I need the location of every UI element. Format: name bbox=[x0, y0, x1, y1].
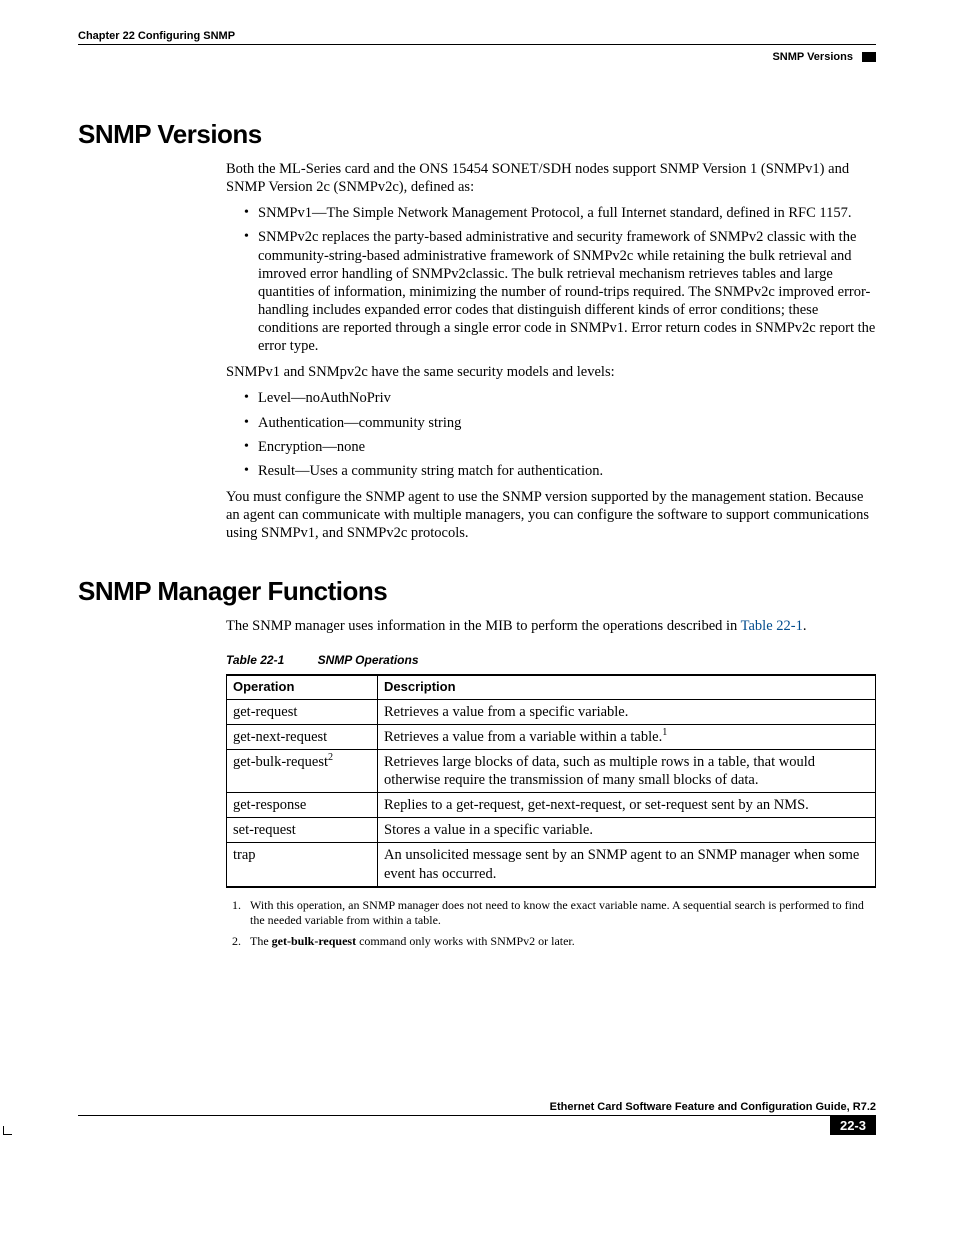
table-row: get-responseReplies to a get-request, ge… bbox=[227, 793, 876, 818]
table-row: get-requestRetrieves a value from a spec… bbox=[227, 699, 876, 724]
list-item: SNMPv1—The Simple Network Management Pro… bbox=[244, 204, 876, 222]
footnote-1: With this operation, an SNMP manager doe… bbox=[244, 898, 876, 928]
table-link[interactable]: Table 22-1 bbox=[741, 618, 803, 634]
list-item: Authentication—community string bbox=[244, 414, 876, 432]
cell-operation: get-bulk-request2 bbox=[227, 749, 378, 792]
cell-description: Replies to a get-request, get-next-reque… bbox=[378, 793, 876, 818]
cell-operation: set-request bbox=[227, 818, 378, 843]
table-number: Table 22-1 bbox=[226, 653, 284, 667]
cell-description: Retrieves a value from a specific variab… bbox=[378, 699, 876, 724]
table-caption: Table 22-1 SNMP Operations bbox=[226, 653, 876, 668]
cell-operation: trap bbox=[227, 843, 378, 887]
footer-bar: 22-3 bbox=[78, 1116, 876, 1135]
table-row: get-next-requestRetrieves a value from a… bbox=[227, 724, 876, 749]
cell-description: Retrieves a value from a variable within… bbox=[378, 724, 876, 749]
chapter-label: Chapter 22 Configuring SNMP bbox=[78, 30, 876, 42]
text-run: The SNMP manager uses information in the… bbox=[226, 618, 741, 634]
text-run: The bbox=[250, 934, 272, 948]
table-header-row: Operation Description bbox=[227, 675, 876, 699]
list-item: Encryption—none bbox=[244, 438, 876, 456]
page-header: Chapter 22 Configuring SNMP bbox=[78, 30, 876, 45]
table-row: get-bulk-request2Retrieves large blocks … bbox=[227, 749, 876, 792]
cell-operation: get-next-request bbox=[227, 724, 378, 749]
section-body-snmp-manager: The SNMP manager uses information in the… bbox=[226, 617, 876, 948]
section-body-snmp-versions: Both the ML-Series card and the ONS 1545… bbox=[226, 160, 876, 542]
col-operation: Operation bbox=[227, 675, 378, 699]
table-footnotes: With this operation, an SNMP manager doe… bbox=[226, 898, 876, 949]
header-section-text: SNMP Versions bbox=[772, 51, 853, 63]
page-footer: Ethernet Card Software Feature and Confi… bbox=[78, 1101, 876, 1135]
text-run: . bbox=[803, 618, 807, 634]
bullet-list: SNMPv1—The Simple Network Management Pro… bbox=[226, 204, 876, 355]
bullet-list: Level—noAuthNoPriv Authentication—commun… bbox=[226, 389, 876, 480]
body-text: You must configure the SNMP agent to use… bbox=[226, 488, 876, 542]
body-text: The SNMP manager uses information in the… bbox=[226, 617, 876, 635]
text-run: command only works with SNMPv2 or later. bbox=[356, 934, 575, 948]
footer-title: Ethernet Card Software Feature and Confi… bbox=[78, 1101, 876, 1116]
col-description: Description bbox=[378, 675, 876, 699]
header-section: SNMP Versions bbox=[78, 51, 876, 63]
body-text: Both the ML-Series card and the ONS 1545… bbox=[226, 160, 876, 196]
cell-description: Stores a value in a specific variable. bbox=[378, 818, 876, 843]
list-item: Level—noAuthNoPriv bbox=[244, 389, 876, 407]
section-title-snmp-manager: SNMP Manager Functions bbox=[78, 576, 876, 607]
text-bold: get-bulk-request bbox=[272, 934, 356, 948]
crop-mark-icon bbox=[3, 1126, 12, 1135]
list-item: Result—Uses a community string match for… bbox=[244, 462, 876, 480]
section-title-snmp-versions: SNMP Versions bbox=[78, 119, 876, 150]
footnote-2: The get-bulk-request command only works … bbox=[244, 934, 876, 949]
body-text: SNMPv1 and SNMpv2c have the same securit… bbox=[226, 363, 876, 381]
cell-description: An unsolicited message sent by an SNMP a… bbox=[378, 843, 876, 887]
page: Chapter 22 Configuring SNMP SNMP Version… bbox=[0, 0, 954, 1155]
table-title: SNMP Operations bbox=[318, 653, 419, 667]
page-number-badge: 22-3 bbox=[830, 1116, 876, 1135]
header-marker-icon bbox=[862, 52, 876, 62]
cell-description: Retrieves large blocks of data, such as … bbox=[378, 749, 876, 792]
cell-operation: get-response bbox=[227, 793, 378, 818]
list-item: SNMPv2c replaces the party-based adminis… bbox=[244, 228, 876, 355]
snmp-operations-table: Operation Description get-requestRetriev… bbox=[226, 674, 876, 887]
table-row: set-requestStores a value in a specific … bbox=[227, 818, 876, 843]
table-row: trapAn unsolicited message sent by an SN… bbox=[227, 843, 876, 887]
cell-operation: get-request bbox=[227, 699, 378, 724]
